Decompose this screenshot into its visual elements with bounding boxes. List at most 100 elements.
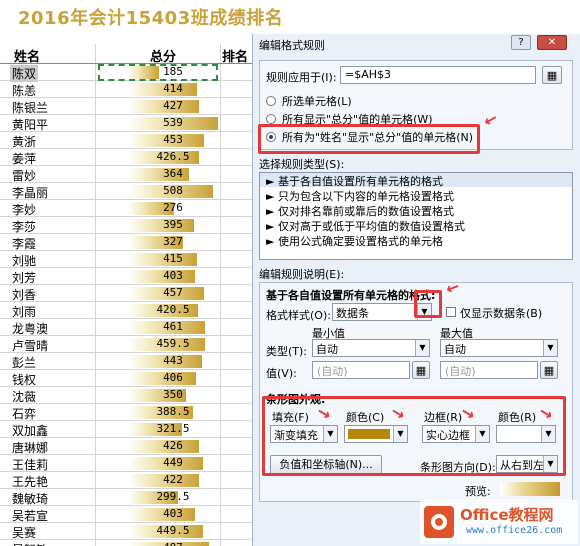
cell-name[interactable]: 雷妙 (12, 167, 36, 184)
cell-score[interactable]: 414 (128, 82, 218, 95)
rule-type-item[interactable]: ► 仅对高于或低于平均值的数值设置格式 (260, 218, 572, 233)
table-row[interactable]: 刘香 457 (0, 285, 252, 302)
cell-score[interactable]: 350 (128, 388, 218, 401)
cell-score[interactable]: 321.5 (128, 422, 218, 435)
cell-name[interactable]: 吴若宣 (12, 507, 48, 524)
bar-only-label[interactable]: 仅显示数据条(B) (460, 305, 542, 321)
cell-name[interactable]: 陈双 (10, 65, 39, 82)
cell-score[interactable]: 403 (128, 507, 218, 520)
table-row[interactable]: 吴智敏 487 (0, 540, 252, 546)
cell-name[interactable]: 陈恙 (12, 82, 36, 99)
table-row[interactable]: 姜萍 426.5 (0, 149, 252, 166)
table-row[interactable]: 王先艳 422 (0, 472, 252, 489)
cell-name[interactable]: 李莎 (12, 218, 36, 235)
scope-radio-field[interactable] (266, 114, 276, 124)
cell-name[interactable]: 姜萍 (12, 150, 36, 167)
cell-name[interactable]: 黄浙 (12, 133, 36, 150)
rule-type-list[interactable]: ► 基于各自值设置所有单元格的格式 ► 只为包含以下内容的单元格设置格式 ► 仅… (259, 172, 573, 260)
cell-score[interactable]: 327 (128, 235, 218, 248)
dialog-titlebar[interactable]: 编辑格式规则 ? ✕ (253, 34, 580, 52)
cell-score[interactable]: 487 (128, 541, 218, 546)
range-picker-icon[interactable]: ▦ (542, 66, 562, 84)
range-picker-icon[interactable]: ▦ (412, 361, 430, 379)
cell-score[interactable]: 276 (128, 201, 218, 214)
table-row[interactable]: 钱权 406 (0, 370, 252, 387)
table-row[interactable]: 石弈 388.5 (0, 404, 252, 421)
table-row[interactable]: 卢雪晴 459.5 (0, 336, 252, 353)
cell-score[interactable]: 403 (128, 269, 218, 282)
cell-name[interactable]: 陈银兰 (12, 99, 48, 116)
applies-to-field[interactable]: =$AH$3 (340, 66, 536, 84)
cell-score[interactable]: 299.5 (128, 490, 218, 503)
table-row[interactable]: 沈薇 350 (0, 387, 252, 404)
table-row[interactable]: 魏敏琦 299.5 (0, 489, 252, 506)
scope-radio-selected[interactable] (266, 96, 276, 106)
table-row[interactable]: 唐琳娜 426 (0, 438, 252, 455)
max-type-dropdown[interactable]: 自动 ▼ (440, 339, 558, 357)
close-button[interactable]: ✕ (537, 35, 567, 50)
cell-score[interactable]: 420.5 (128, 303, 218, 316)
table-row[interactable]: 王佳莉 449 (0, 455, 252, 472)
table-row[interactable]: 李晶丽 508 (0, 183, 252, 200)
cell-score[interactable]: 406 (128, 371, 218, 384)
cell-score[interactable]: 461 (128, 320, 218, 333)
table-row[interactable]: 刘驰 415 (0, 251, 252, 268)
table-row[interactable]: 吴赛 449.5 (0, 523, 252, 540)
cell-score[interactable]: 364 (128, 167, 218, 180)
cell-name[interactable]: 龙粤澳 (12, 320, 48, 337)
table-row[interactable]: 陈银兰 427 (0, 98, 252, 115)
cell-name[interactable]: 吴智敏 (12, 541, 48, 546)
cell-score[interactable]: 457 (128, 286, 218, 299)
table-row[interactable]: 刘芳 403 (0, 268, 252, 285)
min-value-field[interactable]: (自动) (312, 361, 410, 379)
table-row[interactable]: 双加鑫 321.5 (0, 421, 252, 438)
range-picker-icon[interactable]: ▦ (540, 361, 558, 379)
min-type-dropdown[interactable]: 自动 ▼ (312, 339, 430, 357)
cell-score[interactable]: 539 (128, 116, 218, 129)
cell-name[interactable]: 卢雪晴 (12, 337, 48, 354)
cell-name[interactable]: 李晶丽 (12, 184, 48, 201)
cell-score[interactable]: 443 (128, 354, 218, 367)
scope-option-label[interactable]: 所选单元格(L) (282, 93, 352, 109)
rule-type-item[interactable]: ► 基于各自值设置所有单元格的格式 (260, 173, 572, 188)
cell-score[interactable]: 449.5 (128, 524, 218, 537)
table-row[interactable]: 陈恙 414 (0, 81, 252, 98)
max-value-field[interactable]: (自动) (440, 361, 538, 379)
cell-score[interactable]: 453 (128, 133, 218, 146)
table-row[interactable]: 李妙 276 (0, 200, 252, 217)
cell-score[interactable]: 426 (128, 439, 218, 452)
table-row[interactable]: 李霞 327 (0, 234, 252, 251)
cell-name[interactable]: 双加鑫 (12, 422, 48, 439)
rule-type-item[interactable]: ► 仅对排名靠前或靠后的数值设置格式 (260, 203, 572, 218)
table-row[interactable]: 彭兰 443 (0, 353, 252, 370)
cell-name[interactable]: 刘芳 (12, 269, 36, 286)
cell-name[interactable]: 沈薇 (12, 388, 36, 405)
cell-name[interactable]: 魏敏琦 (12, 490, 48, 507)
rule-type-item[interactable]: ► 只为包含以下内容的单元格设置格式 (260, 188, 572, 203)
cell-name[interactable]: 石弈 (12, 405, 36, 422)
table-row[interactable]: 黄浙 453 (0, 132, 252, 149)
cell-score[interactable]: 422 (128, 473, 218, 486)
cell-name[interactable]: 刘香 (12, 286, 36, 303)
cell-score[interactable]: 395 (128, 218, 218, 231)
cell-name[interactable]: 彭兰 (12, 354, 36, 371)
cell-name[interactable]: 李霞 (12, 235, 36, 252)
help-button[interactable]: ? (511, 35, 531, 50)
table-row[interactable]: 刘雨 420.5 (0, 302, 252, 319)
cell-score[interactable]: 388.5 (128, 405, 218, 418)
cell-name[interactable]: 黄阳平 (12, 116, 48, 133)
table-row[interactable]: 陈双 185 (0, 64, 252, 82)
cell-score[interactable]: 508 (128, 184, 218, 197)
cell-name[interactable]: 吴赛 (12, 524, 36, 541)
table-row[interactable]: 李莎 395 (0, 217, 252, 234)
table-row[interactable]: 黄阳平 539 (0, 115, 252, 132)
table-row[interactable]: 龙粤澳 461 (0, 319, 252, 336)
cell-name[interactable]: 刘雨 (12, 303, 36, 320)
cell-score[interactable]: 427 (128, 99, 218, 112)
cell-name[interactable]: 刘驰 (12, 252, 36, 269)
cell-name[interactable]: 李妙 (12, 201, 36, 218)
table-row[interactable]: 雷妙 364 (0, 166, 252, 183)
cell-score[interactable]: 459.5 (128, 337, 218, 350)
table-row[interactable]: 吴若宣 403 (0, 506, 252, 523)
cell-score[interactable]: 426.5 (128, 150, 218, 163)
